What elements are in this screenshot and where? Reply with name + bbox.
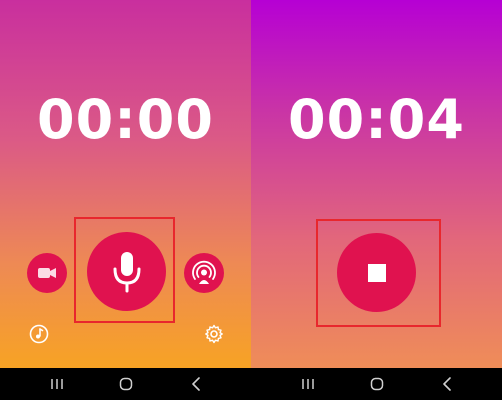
video-mode-button[interactable] [27,253,67,293]
settings-button[interactable] [203,323,225,345]
back-icon [192,377,200,391]
music-button[interactable] [28,323,50,345]
recorder-background: 00:00 [0,0,251,368]
gear-icon [205,324,223,344]
video-camera-icon [38,268,56,278]
music-note-icon [29,324,49,344]
idle-recorder-screen: 00:00 [0,0,251,400]
recent-apps-button[interactable] [288,368,328,400]
recording-screen: 00:04 [251,0,502,400]
back-button[interactable] [427,368,467,400]
back-button[interactable] [176,368,216,400]
home-button[interactable] [357,368,397,400]
navigation-bar [251,368,502,400]
podcast-icon [192,260,216,284]
recent-apps-button[interactable] [37,368,77,400]
back-icon [443,377,451,391]
microphone-icon [113,251,140,292]
stop-button[interactable] [337,233,416,312]
stop-icon [367,263,386,282]
home-icon [119,377,133,391]
home-button[interactable] [106,368,146,400]
timer-display: 00:00 [37,88,214,151]
podcast-mode-button[interactable] [184,253,224,293]
recorder-background: 00:04 [251,0,502,368]
recent-apps-icon [51,379,63,389]
recent-apps-icon [302,379,314,389]
home-icon [370,377,384,391]
record-button[interactable] [87,232,166,311]
navigation-bar [0,368,251,400]
timer-display: 00:04 [288,88,465,151]
